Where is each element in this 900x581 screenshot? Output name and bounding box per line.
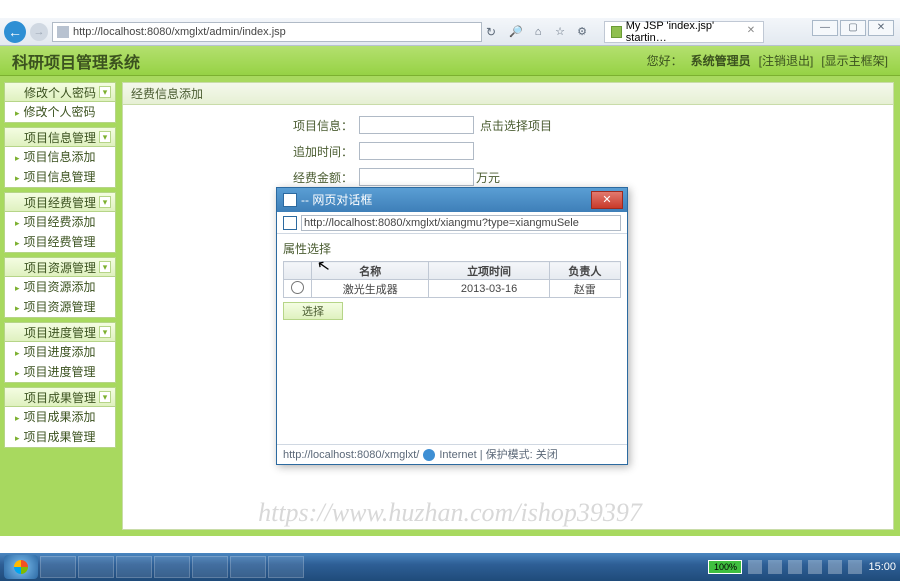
collapse-icon[interactable]: ▾ [99,131,111,143]
sidebar-item[interactable]: 项目成果管理 [5,427,115,447]
globe-icon [423,449,435,461]
browser-nav-bar: ← → http://localhost:8080/xmglxt/admin/i… [0,18,900,46]
jsp-icon [611,26,622,38]
tray-icon[interactable] [768,560,782,574]
taskbar-explorer-icon[interactable] [78,556,114,578]
menu-header[interactable]: 项目经费管理▾ [4,192,116,212]
dialog-title: -- 网页对话框 [301,188,372,212]
home-button[interactable]: ⌂ [528,23,548,41]
tray-icon[interactable] [808,560,822,574]
page-header: 科研项目管理系统 您好： 系统管理员 [注销退出] [显示主框架] [0,46,900,76]
sidebar-item[interactable]: 项目经费添加 [5,212,115,232]
dialog-url-icon [283,216,297,230]
refresh-button[interactable]: ↻ [486,25,496,39]
dialog-statusbar: http://localhost:8080/xmglxt/ Internet |… [277,444,627,464]
taskbar-firefox-icon[interactable] [116,556,152,578]
collapse-icon[interactable]: ▾ [99,391,111,403]
amount-label: 经费金额： [139,169,359,186]
greeting-label: 您好： [647,52,683,69]
battery-indicator[interactable]: 100% [708,560,742,574]
taskbar-ie-icon[interactable] [40,556,76,578]
tab-close-button[interactable]: ✕ [745,25,757,39]
cell-owner: 赵雷 [549,280,620,298]
menu-header[interactable]: 项目资源管理▾ [4,257,116,277]
back-button[interactable]: ← [4,21,26,43]
dialog-subtitle: 属性选择 [283,240,621,257]
col-name: 名称 [312,262,429,280]
start-button[interactable] [4,555,38,579]
watermark: https://www.huzhan.com/ishop39397 [0,498,900,528]
table-row[interactable]: 激光生成器 2013-03-16 赵雷 [284,280,621,298]
dialog-close-button[interactable]: ✕ [591,191,623,209]
taskbar-app-icon[interactable] [154,556,190,578]
project-hint[interactable]: 点击选择项目 [480,117,552,134]
status-mode: Internet | 保护模式: 关闭 [439,445,557,465]
selection-table: 名称 立项时间 负责人 激光生成器 2013-03-16 赵雷 [283,261,621,298]
col-owner: 负责人 [549,262,620,280]
username: 系统管理员 [691,52,751,69]
amount-unit: 万元 [476,169,500,186]
collapse-icon[interactable]: ▾ [99,326,111,338]
select-button[interactable]: 选择 [283,302,343,320]
sidebar: 修改个人密码▾修改个人密码项目信息管理▾项目信息添加项目信息管理项目经费管理▾项… [0,76,120,536]
system-title: 科研项目管理系统 [12,49,140,73]
sidebar-item[interactable]: 项目成果添加 [5,407,115,427]
dialog-icon [283,193,297,207]
sidebar-item[interactable]: 项目资源添加 [5,277,115,297]
window-close-button[interactable]: ✕ [868,20,894,36]
status-url: http://localhost:8080/xmglxt/ [283,445,419,465]
taskbar-word-icon[interactable] [192,556,228,578]
window-min-button[interactable]: — [812,20,838,36]
amount-input[interactable] [359,168,474,186]
favorites-button[interactable]: ☆ [550,23,570,41]
tray-icon[interactable] [748,560,762,574]
tray-icon[interactable] [788,560,802,574]
page-icon [57,26,69,38]
date-input[interactable] [359,142,474,160]
logout-link[interactable]: [注销退出] [759,52,814,69]
browser-tab[interactable]: My JSP 'index.jsp' startin… ✕ [604,21,764,43]
taskbar-excel-icon[interactable] [230,556,266,578]
taskbar-notepad-icon[interactable] [268,556,304,578]
address-bar[interactable]: http://localhost:8080/xmglxt/admin/index… [52,22,482,42]
sidebar-item[interactable]: 修改个人密码 [5,102,115,122]
sidebar-item[interactable]: 项目资源管理 [5,297,115,317]
forward-button[interactable]: → [30,23,48,41]
tools-button[interactable]: ⚙ [572,23,592,41]
url-text: http://localhost:8080/xmglxt/admin/index… [73,26,286,38]
window-max-button[interactable]: ▢ [840,20,866,36]
sidebar-item[interactable]: 项目进度管理 [5,362,115,382]
sidebar-item[interactable]: 项目信息添加 [5,147,115,167]
panel-title: 经费信息添加 [123,83,893,105]
project-label: 项目信息： [139,117,359,134]
sidebar-item[interactable]: 项目信息管理 [5,167,115,187]
project-input[interactable] [359,116,474,134]
menu-header[interactable]: 项目进度管理▾ [4,322,116,342]
tab-label: My JSP 'index.jsp' startin… [626,20,741,44]
cell-name: 激光生成器 [312,280,429,298]
table-header-row: 名称 立项时间 负责人 [284,262,621,280]
menu-header[interactable]: 项目成果管理▾ [4,387,116,407]
row-radio[interactable] [291,281,304,294]
menu-header[interactable]: 修改个人密码▾ [4,82,116,102]
collapse-icon[interactable]: ▾ [99,261,111,273]
volume-icon[interactable] [848,560,862,574]
taskbar: 100% 15:00 [0,553,900,581]
select-dialog: -- 网页对话框 ✕ http://localhost:8080/xmglxt/… [276,187,628,465]
dialog-url[interactable]: http://localhost:8080/xmglxt/xiangmu?typ… [301,215,621,231]
sidebar-item[interactable]: 项目经费管理 [5,232,115,252]
search-dropdown[interactable]: 🔎 [506,23,526,41]
col-date: 立项时间 [429,262,549,280]
col-radio [284,262,312,280]
show-frame-link[interactable]: [显示主框架] [821,52,888,69]
sidebar-item[interactable]: 项目进度添加 [5,342,115,362]
menu-header[interactable]: 项目信息管理▾ [4,127,116,147]
tray-icon[interactable] [828,560,842,574]
date-label: 追加时间： [139,143,359,160]
cell-date: 2013-03-16 [429,280,549,298]
collapse-icon[interactable]: ▾ [99,86,111,98]
collapse-icon[interactable]: ▾ [99,196,111,208]
dialog-titlebar[interactable]: -- 网页对话框 ✕ [277,188,627,212]
